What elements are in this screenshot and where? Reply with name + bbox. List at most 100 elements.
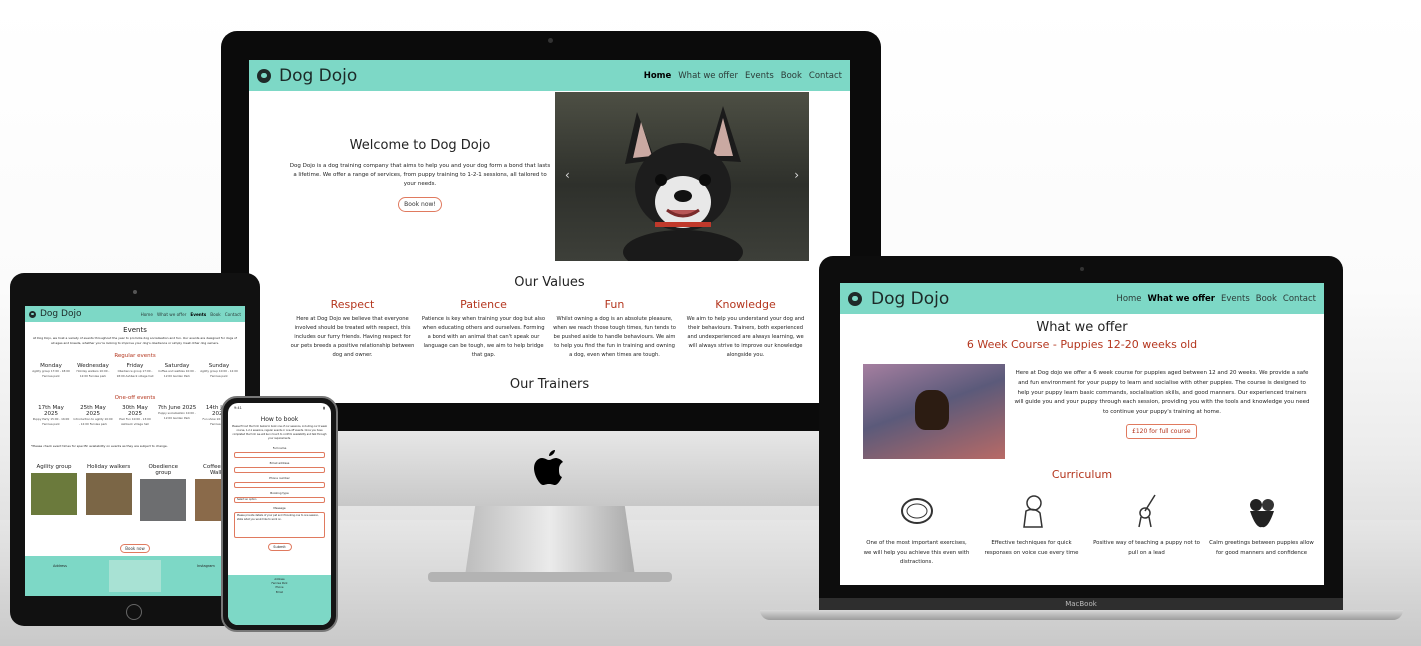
- regular-events-row: Monday Agility group 17:00 - 18:00 Fernle…: [31, 363, 239, 378]
- book-now-button[interactable]: Book now!: [398, 197, 442, 212]
- curriculum-text: Positive way of teaching a puppy not to …: [1093, 540, 1200, 556]
- puppy-figure: [915, 390, 949, 430]
- value-text: Here at Dog Dojo we believe that everyon…: [290, 316, 415, 358]
- brand-logo[interactable]: Dog Dojo: [257, 66, 357, 86]
- nav-book[interactable]: Book: [1256, 294, 1277, 304]
- nav-links: Home What we offer Events Book Contact: [137, 312, 241, 317]
- one-off-events-row: 17th May 2025 Puppy Party 15:00 - 16:00 F…: [31, 405, 239, 426]
- nav-book[interactable]: Book: [210, 312, 220, 317]
- nav-events[interactable]: Events: [190, 312, 206, 317]
- nav-events[interactable]: Events: [745, 71, 774, 81]
- group-photo: [140, 479, 187, 521]
- nav-contact[interactable]: Contact: [1283, 294, 1316, 304]
- event-groups: Agility group Holiday walkers Obedience …: [31, 464, 241, 521]
- one-off-events-title: One-off events: [114, 395, 156, 401]
- nav-contact[interactable]: Contact: [809, 71, 842, 81]
- curriculum-text: Calm greetings between puppies allow for…: [1209, 540, 1314, 556]
- curriculum-item: One of the most important exercises, we …: [859, 491, 974, 568]
- curriculum-item: Calm greetings between puppies allow for…: [1204, 491, 1319, 568]
- nav-home[interactable]: Home: [1116, 294, 1141, 304]
- nav-what-we-offer[interactable]: What we offer: [1148, 294, 1215, 304]
- navbar: Dog Dojo Home What we offer Events Book …: [840, 283, 1324, 314]
- macbook-screen: Dog Dojo Home What we offer Events Book …: [840, 283, 1324, 585]
- event-day: 25th May 2025: [80, 405, 106, 417]
- phone-field[interactable]: [234, 482, 325, 488]
- email-field[interactable]: [234, 467, 325, 473]
- trainers-title: Our Trainers: [509, 377, 590, 392]
- value-title: Fun: [604, 298, 625, 311]
- navbar: Dog Dojo Home What we offer Events Book …: [25, 306, 245, 322]
- dog-collar-icon: [900, 498, 933, 524]
- event-detail: Coffee and waltzes 10:00 - 12:00 Garden …: [158, 369, 196, 378]
- nav-home[interactable]: Home: [141, 312, 153, 317]
- nav-events[interactable]: Events: [1221, 294, 1250, 304]
- brand-logo[interactable]: Dog Dojo: [29, 309, 81, 319]
- imac-stand: [465, 506, 635, 576]
- brand-logo[interactable]: Dog Dojo: [848, 289, 949, 309]
- group-card: Holiday walkers: [85, 464, 132, 521]
- regular-events-title: Regular events: [114, 353, 156, 359]
- nav-contact[interactable]: Contact: [225, 312, 241, 317]
- field-label: Phone number: [269, 476, 290, 480]
- nav-what-we-offer[interactable]: What we offer: [678, 71, 738, 81]
- field-label: Email address: [269, 461, 290, 465]
- group-card: Agility group: [31, 464, 77, 521]
- value-title: Knowledge: [715, 298, 776, 311]
- battery-icon: ▮: [323, 406, 325, 410]
- tablet-screen: Dog Dojo Home What we offer Events Book …: [25, 306, 245, 596]
- paw-logo-icon: [848, 291, 862, 306]
- footer-map[interactable]: [109, 560, 161, 592]
- course-price-button[interactable]: £120 for full course: [1126, 424, 1197, 439]
- nav-book[interactable]: Book: [781, 71, 802, 81]
- paw-logo-icon: [29, 310, 36, 318]
- field-label: Full name: [272, 446, 287, 450]
- event-card: Friday Obedience group 17:00 - 18:00 Ashb…: [115, 363, 155, 378]
- book-now-button[interactable]: Book now: [120, 544, 150, 553]
- booking-type-select[interactable]: Select an option: [234, 497, 325, 503]
- footer: Address Fernlea Park Phone Email: [228, 575, 331, 625]
- value-patience: Patience Patience is key when training y…: [418, 298, 549, 360]
- tablet-home-button[interactable]: [126, 604, 142, 620]
- puppy-photo: [863, 364, 1005, 459]
- event-card: 25th May 2025 Introduction to agility 10:…: [73, 405, 113, 426]
- dog-illustration: [623, 106, 743, 274]
- event-detail: Introduction to agility 10:00 - 12:00 Fe…: [73, 417, 113, 426]
- event-day: 30th May 2025: [122, 405, 148, 417]
- nav-links: Home What we offer Events Book Contact: [1110, 294, 1316, 304]
- phone-screen: 9:41 ▮ How to book Please fill out the f…: [228, 403, 331, 625]
- value-respect: Respect Here at Dog Dojo we believe that…: [287, 298, 418, 360]
- nav-what-we-offer[interactable]: What we offer: [157, 312, 186, 317]
- booking-title: How to book: [260, 416, 299, 423]
- imac-camera: [548, 38, 553, 43]
- macbook-base: [760, 610, 1403, 620]
- events-intro: At Dog Dojo, we host a variety of events…: [32, 336, 237, 345]
- values-title: Our Values: [514, 275, 585, 290]
- status-bar: 9:41 ▮: [228, 403, 331, 413]
- carousel-prev-icon[interactable]: ‹: [565, 168, 570, 182]
- footer-social[interactable]: Instagram: [197, 564, 215, 568]
- group-title: Agility group: [36, 464, 72, 470]
- full-name-field[interactable]: [234, 452, 325, 458]
- event-detail: Holiday walkers 10:00 - 12:00 Fernlea pa…: [76, 369, 110, 378]
- navbar: Dog Dojo Home What we offer Events Book …: [249, 60, 850, 91]
- value-title: Patience: [460, 298, 507, 311]
- dogs-greeting-icon: [1249, 499, 1274, 528]
- booking-intro: Please fill out the form below to book o…: [232, 425, 327, 440]
- status-time: 9:41: [234, 406, 242, 410]
- message-field[interactable]: Please provide details of your pet and i…: [234, 512, 325, 538]
- carousel-next-icon[interactable]: ›: [794, 168, 799, 182]
- field-label: Booking type: [270, 491, 289, 495]
- imac-base: [428, 572, 672, 582]
- nav-home[interactable]: Home: [644, 71, 672, 81]
- event-card: Monday Agility group 17:00 - 18:00 Fernle…: [31, 363, 71, 378]
- footer: Address Instagram: [25, 556, 245, 596]
- event-day: 17th May 2025: [38, 405, 64, 417]
- event-card: Sunday Agility group 10:00 - 12:00 Fernle…: [199, 363, 239, 378]
- value-text: Whilst owning a dog is an absolute pleas…: [553, 316, 676, 358]
- macbook-label: MacBook: [819, 598, 1343, 610]
- event-card: 30th May 2025 Pool Fun 10:00 - 13:00 Ashb…: [115, 405, 155, 426]
- brand-name: Dog Dojo: [40, 309, 82, 319]
- event-detail: Obedience group 17:00 - 18:00 Ashbeck vi…: [116, 369, 154, 378]
- submit-button[interactable]: Submit: [267, 543, 292, 551]
- curriculum-text: Effective techniques for quick responses…: [984, 540, 1079, 556]
